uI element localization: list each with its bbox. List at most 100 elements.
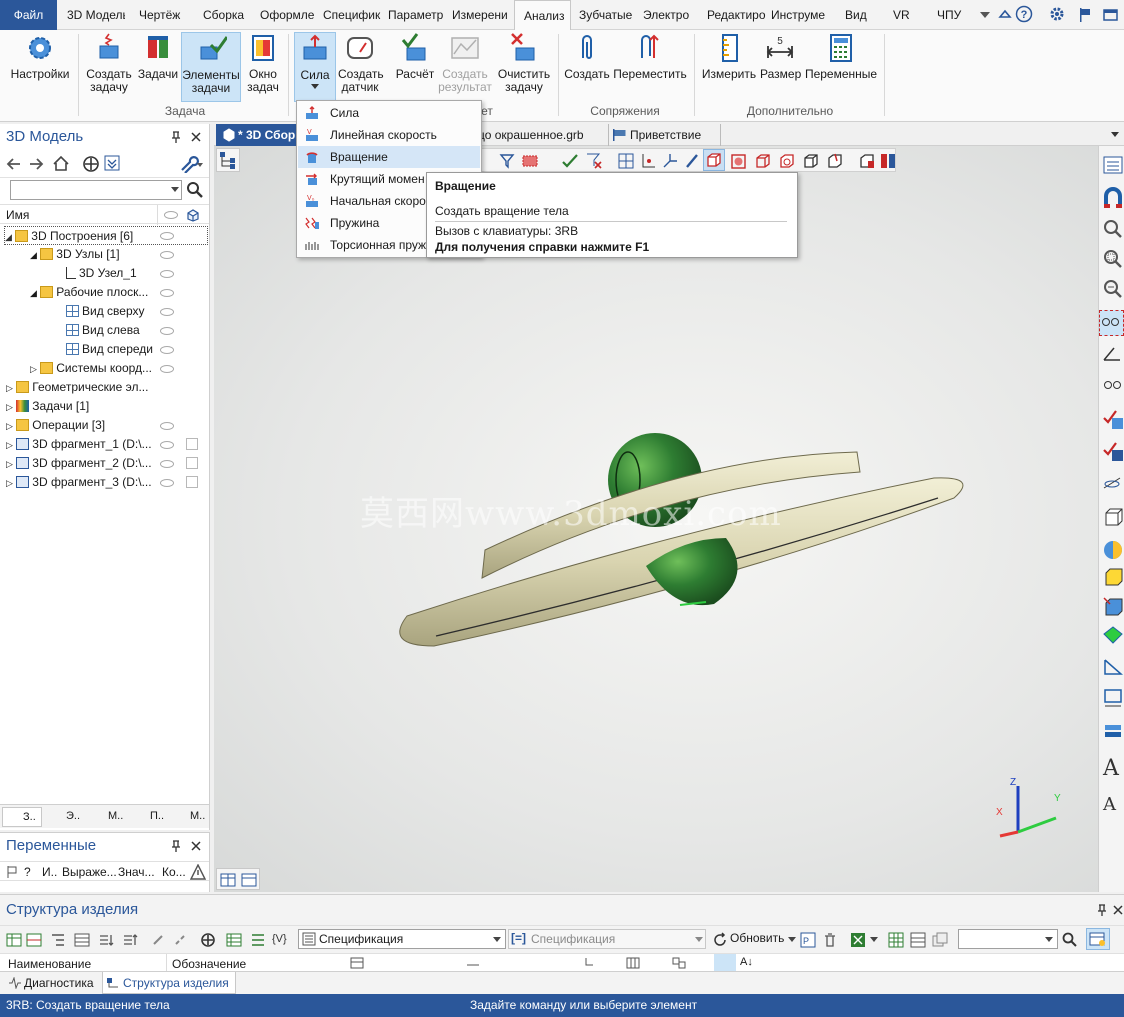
chevron-down-icon[interactable] — [870, 937, 878, 943]
settings-toggle[interactable] — [1086, 928, 1110, 950]
menu-item-linear-velocity[interactable]: V Линейная скорость — [298, 124, 480, 146]
table-insert-icon[interactable] — [26, 932, 42, 948]
tabs-dropdown-icon[interactable] — [1110, 131, 1120, 139]
window-restore-icon[interactable] — [1102, 7, 1120, 23]
close-icon[interactable] — [1112, 904, 1124, 916]
col-grid-icon[interactable] — [626, 957, 640, 969]
measure-button[interactable]: Измерить — [700, 32, 758, 81]
visibility-eye-icon[interactable] — [160, 308, 174, 316]
visibility-eye-icon[interactable] — [160, 441, 174, 449]
structure-search-input[interactable] — [958, 929, 1058, 949]
col-name[interactable]: И.. — [42, 865, 57, 879]
fragment-cube-icon[interactable] — [186, 476, 198, 488]
close-icon[interactable] — [190, 131, 202, 143]
force-button[interactable]: Сила — [294, 32, 336, 102]
back-arrow-icon[interactable] — [6, 156, 22, 172]
gear-icon[interactable] — [1048, 5, 1068, 23]
doc-tab-painted[interactable]: цо окрашенное.grb — [478, 124, 584, 146]
columns-icon[interactable] — [250, 932, 266, 948]
col-dash-icon[interactable] — [466, 957, 480, 969]
tree-search-input[interactable] — [10, 180, 182, 200]
sort-down-icon[interactable] — [98, 932, 114, 948]
copy-icon[interactable] — [932, 932, 948, 948]
pin-icon[interactable] — [170, 130, 182, 144]
visibility-eye-icon[interactable] — [160, 289, 174, 297]
col-table-icon[interactable] — [350, 957, 364, 969]
zoom-window-icon[interactable] — [1102, 248, 1124, 270]
create-sensor-button[interactable]: Создать датчик — [338, 32, 384, 94]
sphere-icon[interactable] — [1102, 538, 1124, 562]
menu-vr[interactable]: VR — [893, 0, 913, 30]
dimension-button[interactable]: 5 Размер — [760, 32, 801, 81]
col-active-filter[interactable] — [714, 954, 736, 972]
glasses-icon[interactable] — [1102, 374, 1124, 396]
trash-icon[interactable] — [822, 932, 838, 948]
measure-angle-icon[interactable] — [1102, 342, 1124, 364]
table-icon[interactable] — [74, 932, 90, 948]
search-icon[interactable] — [1062, 932, 1078, 948]
create-task-button[interactable]: Создать задачу — [83, 32, 135, 94]
tree-node-coord-systems[interactable]: ▷ Системы коорд... — [30, 359, 152, 378]
spec-select-2[interactable]: [=] Спецификация — [508, 929, 706, 949]
menu-drawing[interactable]: Чертёж — [139, 0, 185, 30]
menu-measure[interactable]: Измерени — [452, 0, 510, 30]
menu-tools[interactable]: Инструме — [771, 0, 829, 30]
task-elements-button[interactable]: Элементы задачи — [181, 32, 241, 102]
create-mate-button[interactable]: Создать — [564, 32, 610, 81]
menu-item-force[interactable]: Сила — [298, 102, 480, 124]
measure-tool-icon[interactable] — [1102, 686, 1124, 710]
tasks-button[interactable]: Задачи — [136, 32, 180, 81]
split-view-icon[interactable] — [220, 872, 236, 888]
visibility-eye-icon[interactable] — [160, 327, 174, 335]
move-mate-button[interactable]: Переместить — [612, 32, 688, 81]
chevron-down-icon[interactable] — [171, 187, 180, 193]
triangle-icon[interactable] — [1102, 656, 1124, 678]
filter-down-icon[interactable] — [104, 155, 120, 171]
pin-icon[interactable] — [170, 839, 182, 853]
text-small-icon[interactable]: A — [1103, 794, 1116, 815]
report-icon[interactable]: P — [800, 932, 816, 948]
clear-task-button[interactable]: Очистить задачу — [496, 32, 552, 94]
unlink-icon[interactable] — [172, 932, 188, 948]
col-expression[interactable]: Выраже... — [62, 865, 117, 879]
visibility-eye-icon[interactable] — [160, 251, 174, 259]
table-add-icon[interactable] — [6, 932, 22, 948]
visibility-eye-icon[interactable] — [160, 479, 174, 487]
menu-view[interactable]: Вид — [845, 0, 869, 30]
menu-cnc[interactable]: ЧПУ — [937, 0, 965, 30]
tree-node-fragment-3[interactable]: ▷ 3D фрагмент_3 (D:\... — [6, 473, 152, 492]
col-comment[interactable]: Ко... — [162, 865, 186, 879]
tree-node-3d-node-1[interactable]: 3D Узел_1 — [66, 264, 137, 283]
search-icon[interactable] — [186, 181, 204, 199]
tab-materials[interactable]: М.. — [88, 807, 126, 827]
table-list-icon[interactable] — [910, 932, 926, 948]
menu-params[interactable]: Параметр — [388, 0, 446, 30]
flag-icon[interactable] — [1078, 7, 1092, 23]
col-name[interactable]: Наименование — [8, 957, 91, 971]
zoom-minus-icon[interactable] — [1102, 278, 1124, 300]
tree-node-fragment-2[interactable]: ▷ 3D фрагмент_2 (D:\... — [6, 454, 152, 473]
bom-icon[interactable] — [226, 932, 242, 948]
menu-3d-model[interactable]: 3D Модель — [67, 0, 125, 30]
menu-gears[interactable]: Зубчатые — [579, 0, 637, 30]
pin-icon[interactable] — [1096, 903, 1108, 917]
fragment-cube-icon[interactable] — [186, 457, 198, 469]
variables-toggle[interactable]: {V} — [272, 933, 287, 945]
chevron-down-icon[interactable] — [788, 937, 796, 943]
check-box-icon[interactable] — [1102, 408, 1124, 430]
create-result-button[interactable]: Создать результат — [438, 32, 492, 94]
dropdown-arrow-icon[interactable] — [978, 8, 992, 22]
tree-node-3d-constructions[interactable]: ◢ 3D Построения [6] — [4, 226, 208, 245]
visibility-eye-icon[interactable] — [160, 422, 174, 430]
forward-arrow-icon[interactable] — [28, 156, 44, 172]
menu-edit[interactable]: Редактиро — [707, 0, 769, 30]
tab-3d-model[interactable]: З.. — [2, 807, 42, 827]
list-icon[interactable] — [1102, 154, 1124, 176]
tree-node-tasks[interactable]: ▷ Задачи [1] — [6, 397, 89, 416]
variables-button[interactable]: Переменные — [804, 32, 878, 81]
menu-spec[interactable]: Специфик — [323, 0, 383, 30]
menu-file[interactable]: Файл — [0, 0, 57, 30]
calculate-button[interactable]: Расчёт — [392, 32, 438, 81]
target-icon[interactable] — [200, 932, 216, 948]
help-icon[interactable]: ? — [1015, 5, 1033, 23]
